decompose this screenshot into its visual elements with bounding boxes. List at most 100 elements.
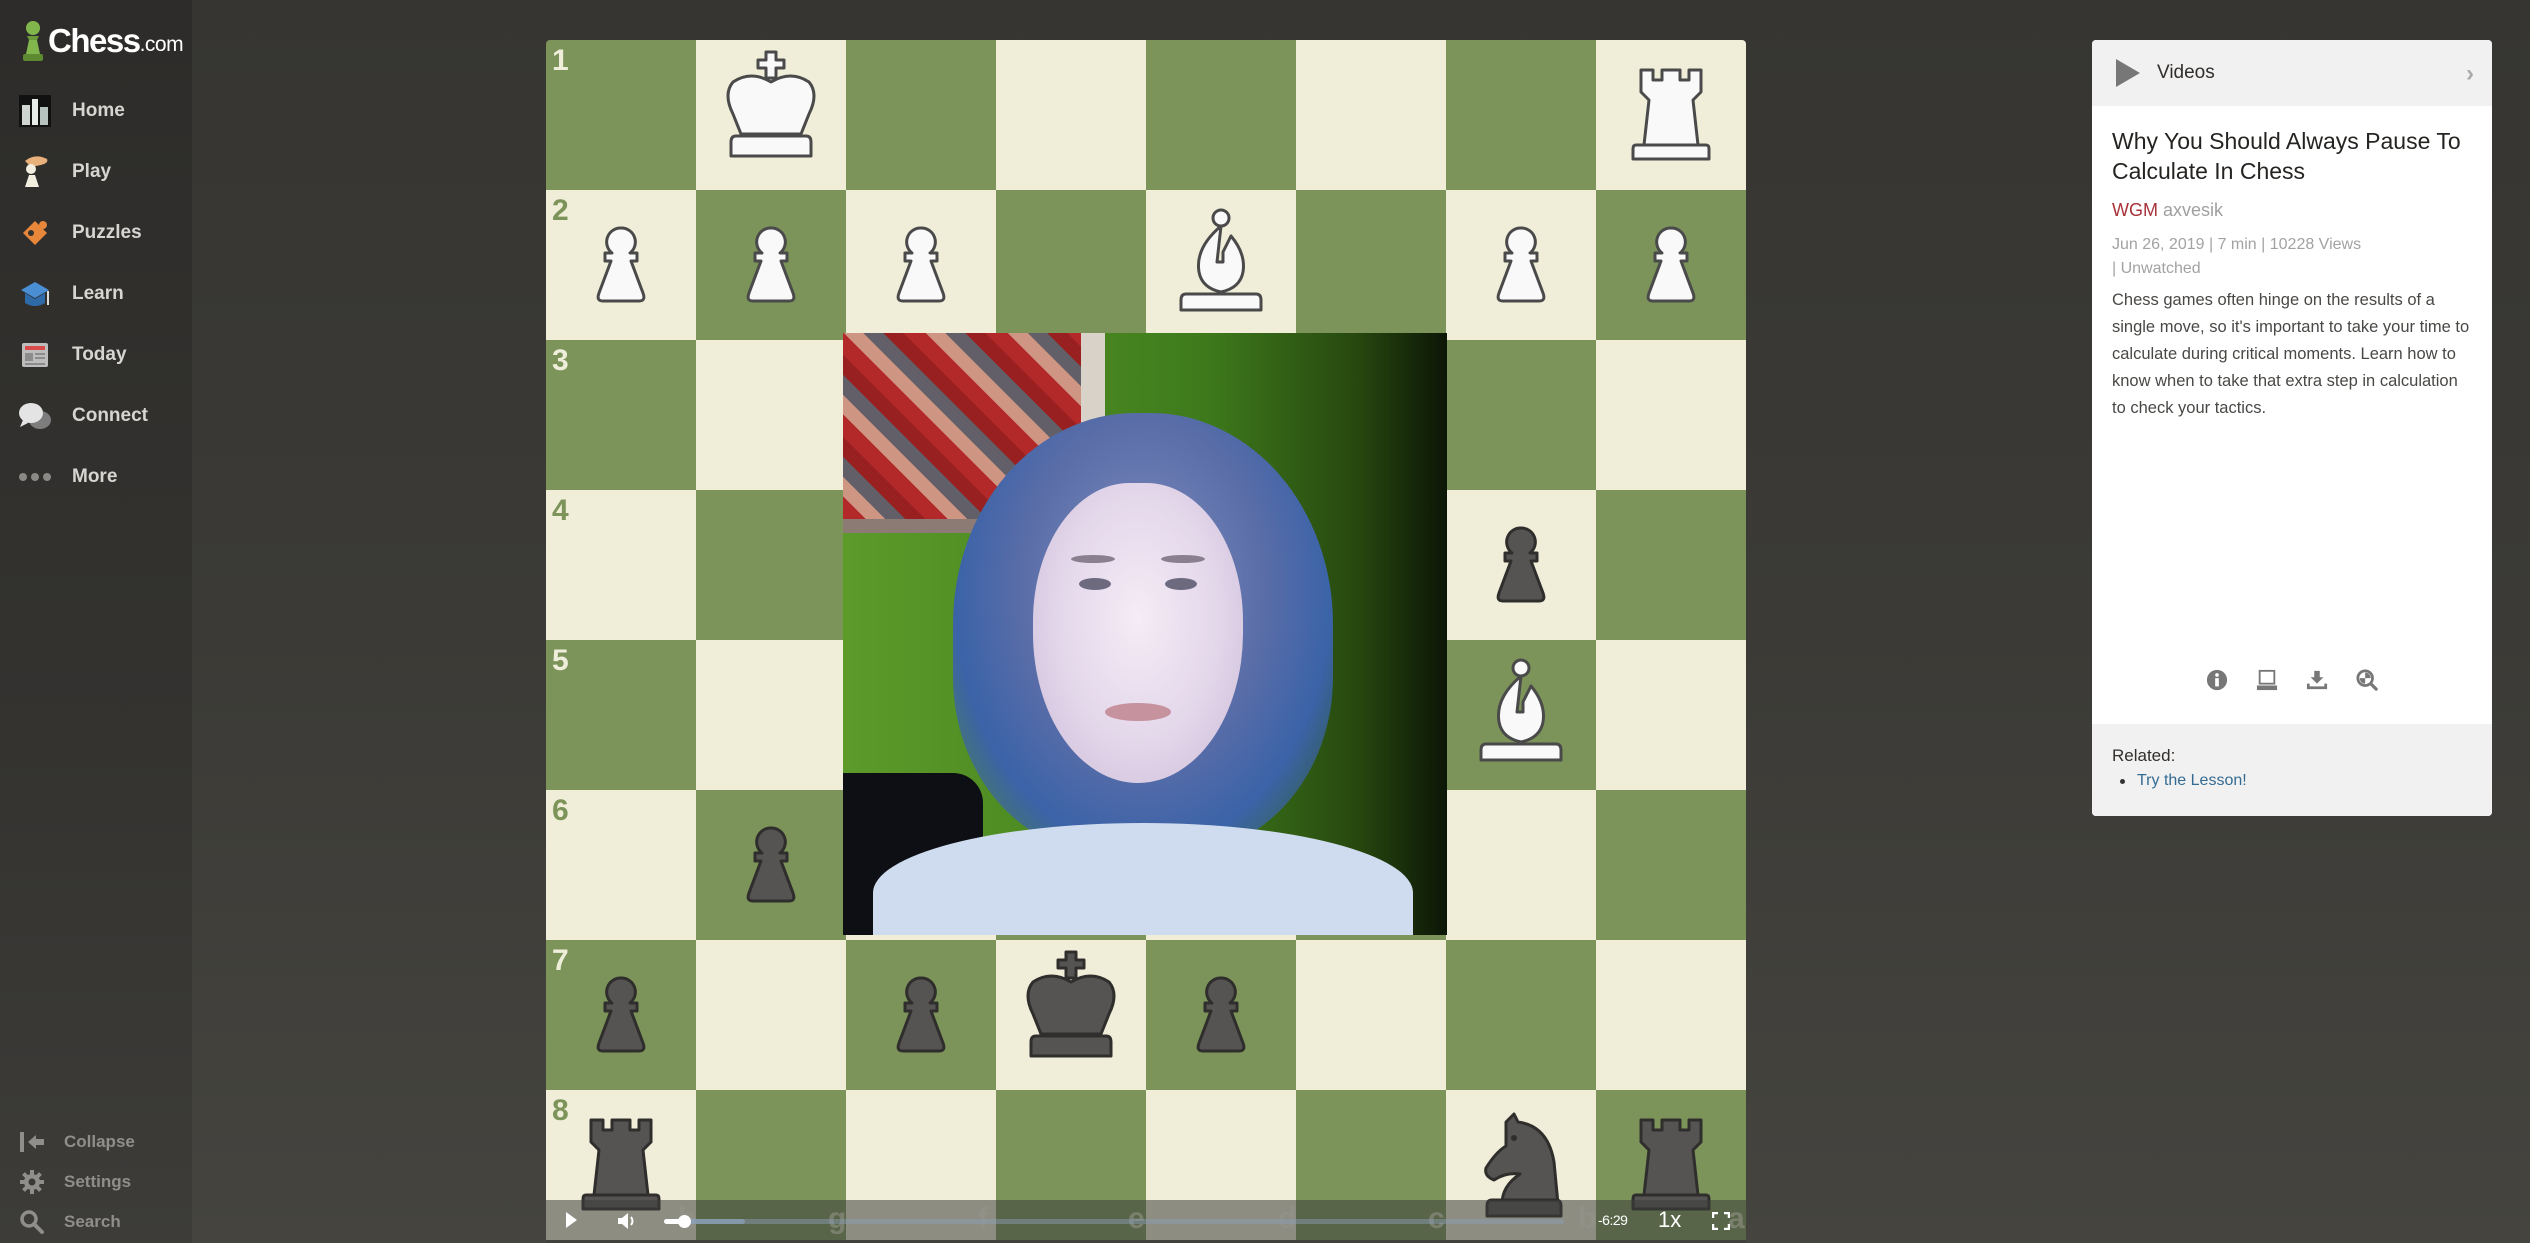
square-f1[interactable] xyxy=(846,40,996,190)
video-scrub-handle[interactable] xyxy=(677,1215,691,1228)
square-h2[interactable]: 2 xyxy=(546,190,696,340)
sidebar-label: Learn xyxy=(72,282,124,304)
white-pawn-icon[interactable] xyxy=(1596,190,1746,340)
square-e7[interactable] xyxy=(996,940,1146,1090)
video-info-panel: Videos › Why You Should Always Pause To … xyxy=(2092,40,2492,816)
rank-label: 1 xyxy=(552,44,569,77)
square-d1[interactable] xyxy=(1146,40,1296,190)
video-progress-slider[interactable] xyxy=(664,1215,1564,1228)
white-pawn-icon[interactable] xyxy=(696,190,846,340)
white-rook-icon[interactable] xyxy=(1596,40,1746,190)
square-g2[interactable] xyxy=(696,190,846,340)
black-pawn-icon[interactable] xyxy=(1146,940,1296,1090)
square-d2[interactable] xyxy=(1146,190,1296,340)
square-e2[interactable] xyxy=(996,190,1146,340)
download-icon[interactable] xyxy=(2306,668,2328,692)
square-d7[interactable] xyxy=(1146,940,1296,1090)
play-icon[interactable] xyxy=(566,1212,577,1228)
sidebar-item-learn[interactable]: Learn xyxy=(0,263,192,324)
analysis-search-icon[interactable] xyxy=(2356,668,2378,692)
square-a4[interactable] xyxy=(1596,490,1746,640)
black-king-icon[interactable] xyxy=(996,940,1146,1090)
more-dots-icon xyxy=(18,460,52,494)
sidebar-bottom-label: Search xyxy=(64,1212,121,1231)
square-h7[interactable]: 7 xyxy=(546,940,696,1090)
sidebar-settings-button[interactable]: Settings xyxy=(0,1162,192,1202)
square-c2[interactable] xyxy=(1296,190,1446,340)
sidebar-item-puzzles[interactable]: Puzzles xyxy=(0,202,192,263)
square-g3[interactable] xyxy=(696,340,846,490)
square-a6[interactable] xyxy=(1596,790,1746,940)
sidebar-search-button[interactable]: Search xyxy=(0,1202,192,1242)
sidebar-item-more[interactable]: More xyxy=(0,446,192,507)
video-description: Chess games often hinge on the results o… xyxy=(2112,291,2470,417)
square-h3[interactable]: 3 xyxy=(546,340,696,490)
square-b1[interactable] xyxy=(1446,40,1596,190)
square-g4[interactable] xyxy=(696,490,846,640)
white-king-icon[interactable] xyxy=(696,40,846,190)
white-pawn-icon[interactable] xyxy=(546,190,696,340)
square-g6[interactable] xyxy=(696,790,846,940)
black-pawn-icon[interactable] xyxy=(1446,490,1596,640)
sidebar-bottom-label: Settings xyxy=(64,1172,132,1191)
videos-header-link[interactable]: Videos › xyxy=(2092,40,2492,106)
volume-icon[interactable] xyxy=(616,1210,638,1232)
sidebar: Chess .com Home Play Puzzles Learn Today… xyxy=(0,0,192,1243)
square-a3[interactable] xyxy=(1596,340,1746,490)
video-controls-bar: abcdefgh -6:29 1x xyxy=(546,1200,1746,1243)
black-pawn-icon[interactable] xyxy=(696,790,846,940)
square-b3[interactable] xyxy=(1446,340,1596,490)
white-bishop-icon[interactable] xyxy=(1146,190,1296,340)
square-a1[interactable] xyxy=(1596,40,1746,190)
square-h5[interactable]: 5 xyxy=(546,640,696,790)
square-g7[interactable] xyxy=(696,940,846,1090)
black-pawn-icon[interactable] xyxy=(846,940,996,1090)
square-g5[interactable] xyxy=(696,640,846,790)
black-pawn-icon[interactable] xyxy=(546,940,696,1090)
play-hand-icon xyxy=(18,155,52,189)
chesscom-logo[interactable]: Chess .com xyxy=(20,16,184,66)
square-b6[interactable] xyxy=(1446,790,1596,940)
video-watch-status: | Unwatched xyxy=(2112,260,2201,277)
lesson-video-player[interactable]: 12345678 abcdefgh -6:29 1x xyxy=(546,40,1746,1243)
sidebar-collapse-button[interactable]: Collapse xyxy=(0,1122,192,1162)
square-f7[interactable] xyxy=(846,940,996,1090)
square-b4[interactable] xyxy=(1446,490,1596,640)
square-b5[interactable] xyxy=(1446,640,1596,790)
sidebar-bottom-nav: Collapse Settings Search xyxy=(0,1122,192,1242)
square-a2[interactable] xyxy=(1596,190,1746,340)
white-pawn-icon[interactable] xyxy=(1446,190,1596,340)
square-f2[interactable] xyxy=(846,190,996,340)
white-pawn-icon[interactable] xyxy=(846,190,996,340)
square-a7[interactable] xyxy=(1596,940,1746,1090)
sidebar-item-today[interactable]: Today xyxy=(0,324,192,385)
sidebar-bottom-label: Collapse xyxy=(64,1132,135,1151)
white-bishop-icon[interactable] xyxy=(1446,640,1596,790)
square-b7[interactable] xyxy=(1446,940,1596,1090)
square-c1[interactable] xyxy=(1296,40,1446,190)
fullscreen-icon[interactable] xyxy=(1712,1212,1730,1230)
sidebar-item-connect[interactable]: Connect xyxy=(0,385,192,446)
main-nav: Home Play Puzzles Learn Today Connect Mo… xyxy=(0,80,192,507)
instructor-video-feed[interactable] xyxy=(843,333,1447,935)
laptop-icon[interactable] xyxy=(2256,668,2278,692)
square-a5[interactable] xyxy=(1596,640,1746,790)
square-c7[interactable] xyxy=(1296,940,1446,1090)
author-username-link[interactable]: axvesik xyxy=(2163,200,2223,220)
video-author: WGM axvesik xyxy=(2112,200,2472,221)
try-the-lesson-link[interactable]: Try the Lesson! xyxy=(2137,772,2247,790)
square-h1[interactable]: 1 xyxy=(546,40,696,190)
square-b2[interactable] xyxy=(1446,190,1596,340)
square-h6[interactable]: 6 xyxy=(546,790,696,940)
info-icon[interactable] xyxy=(2206,668,2228,692)
sidebar-item-home[interactable]: Home xyxy=(0,80,192,141)
square-e1[interactable] xyxy=(996,40,1146,190)
square-g1[interactable] xyxy=(696,40,846,190)
brand-tld: .com xyxy=(139,33,184,56)
chevron-right-icon: › xyxy=(2466,60,2474,87)
square-h4[interactable]: 4 xyxy=(546,490,696,640)
graduation-cap-icon xyxy=(18,277,52,311)
sidebar-item-play[interactable]: Play xyxy=(0,141,192,202)
playback-speed-button[interactable]: 1x xyxy=(1658,1207,1681,1233)
chess-title-badge: WGM xyxy=(2112,200,2158,220)
